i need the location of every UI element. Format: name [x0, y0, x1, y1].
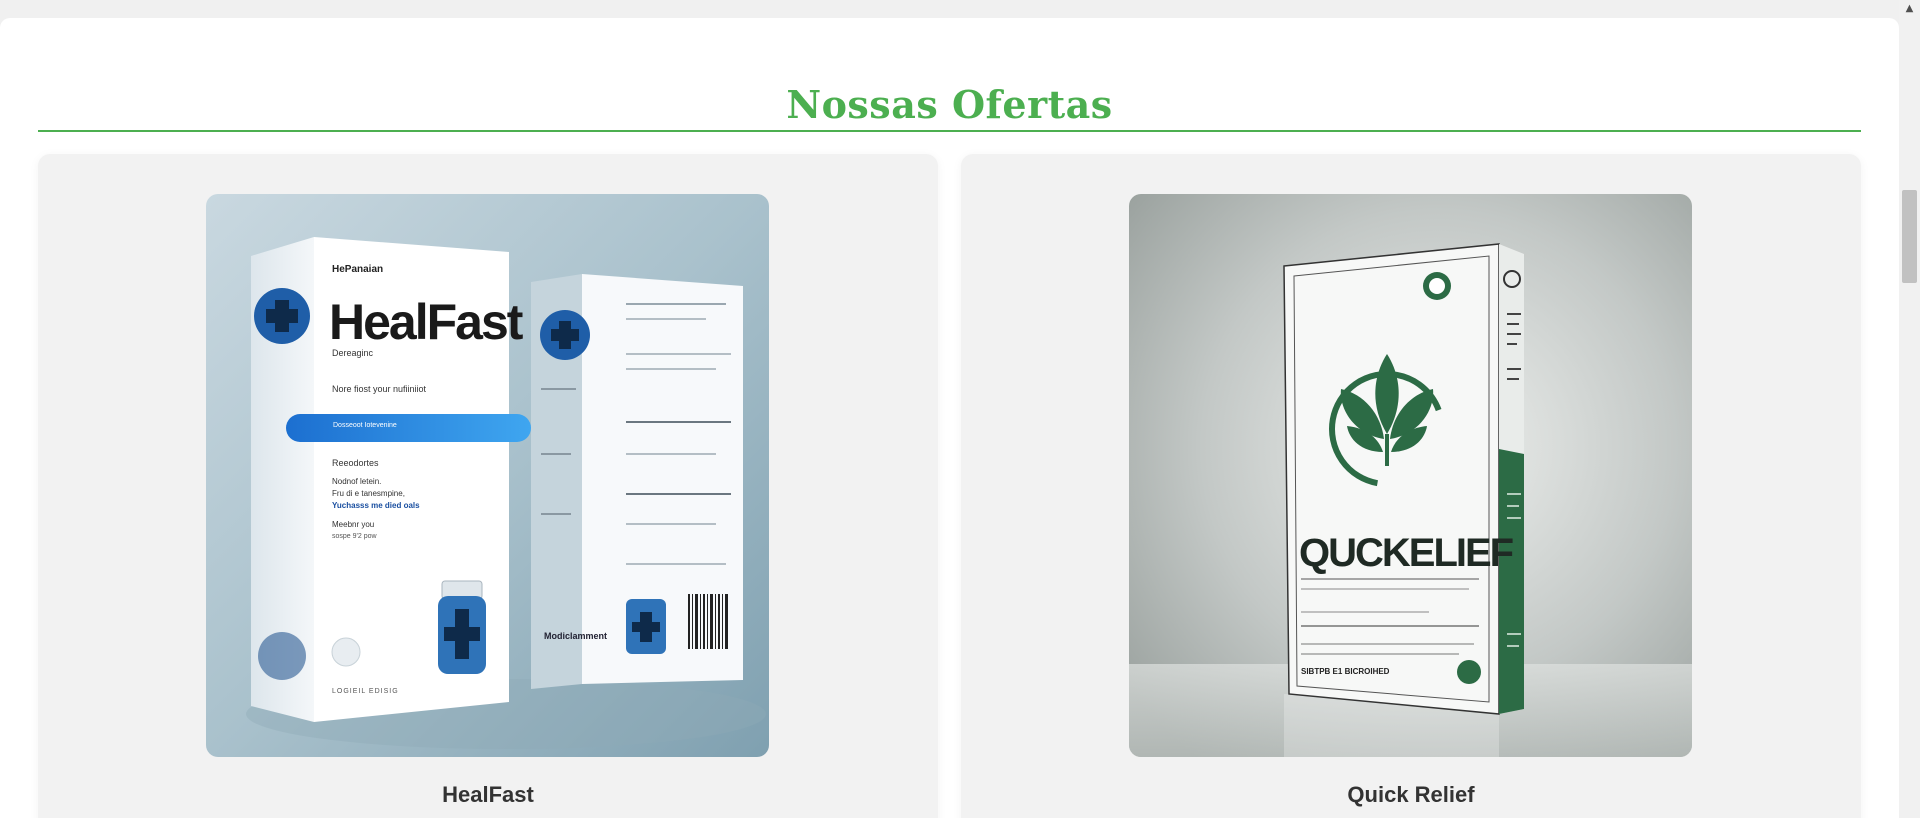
- scrollbar-thumb[interactable]: [1902, 190, 1917, 283]
- product-card-quick-relief[interactable]: QUCKELIEF SIBTPB E1 BICROIHED Quick Reli…: [961, 154, 1861, 818]
- svg-text:Nore fiost your nufiiniiot: Nore fiost your nufiiniiot: [332, 384, 427, 394]
- svg-text:sospe 9'2 pow: sospe 9'2 pow: [332, 533, 377, 540]
- svg-text:Fru di e tanesmpine,: Fru di e tanesmpine,: [332, 489, 405, 498]
- svg-text:QUCKELIEF: QUCKELIEF: [1299, 531, 1513, 575]
- svg-text:HePanaian: HePanaian: [332, 264, 383, 275]
- scroll-up-arrow-icon[interactable]: ▲: [1899, 0, 1920, 17]
- svg-text:Reeodortes: Reeodortes: [332, 458, 379, 468]
- svg-text:Meebnr you: Meebnr you: [332, 520, 374, 529]
- svg-text:Yuchasss me died oals: Yuchasss me died oals: [332, 501, 420, 510]
- svg-text:Dereaginc: Dereaginc: [332, 348, 374, 358]
- svg-text:Modiclamment: Modiclamment: [544, 631, 607, 641]
- svg-text:Dosseoot Iotevenine: Dosseoot Iotevenine: [333, 422, 397, 429]
- product-name[interactable]: Quick Relief: [961, 782, 1861, 808]
- svg-text:SIBTPB E1 BICROIHED: SIBTPB E1 BICROIHED: [1301, 667, 1390, 676]
- product-card-healfast[interactable]: Modiclamment HePanaian HealFast Dereagin…: [38, 154, 938, 818]
- svg-text:Nodnof letein.: Nodnof letein.: [332, 477, 381, 486]
- vertical-scrollbar[interactable]: ▲: [1899, 0, 1920, 810]
- product-image-quick-relief[interactable]: QUCKELIEF SIBTPB E1 BICROIHED: [1129, 194, 1692, 757]
- title-divider: [38, 130, 1861, 132]
- product-image-healfast[interactable]: Modiclamment HePanaian HealFast Dereagin…: [206, 194, 769, 757]
- svg-text:LOGIEIL EDISIG: LOGIEIL EDISIG: [332, 688, 399, 695]
- product-name[interactable]: HealFast: [38, 782, 938, 808]
- page-content: Nossas Ofertas Modiclamment HePanaian He…: [0, 18, 1899, 818]
- section-title: Nossas Ofertas: [786, 82, 1113, 127]
- svg-text:HealFast: HealFast: [329, 294, 524, 350]
